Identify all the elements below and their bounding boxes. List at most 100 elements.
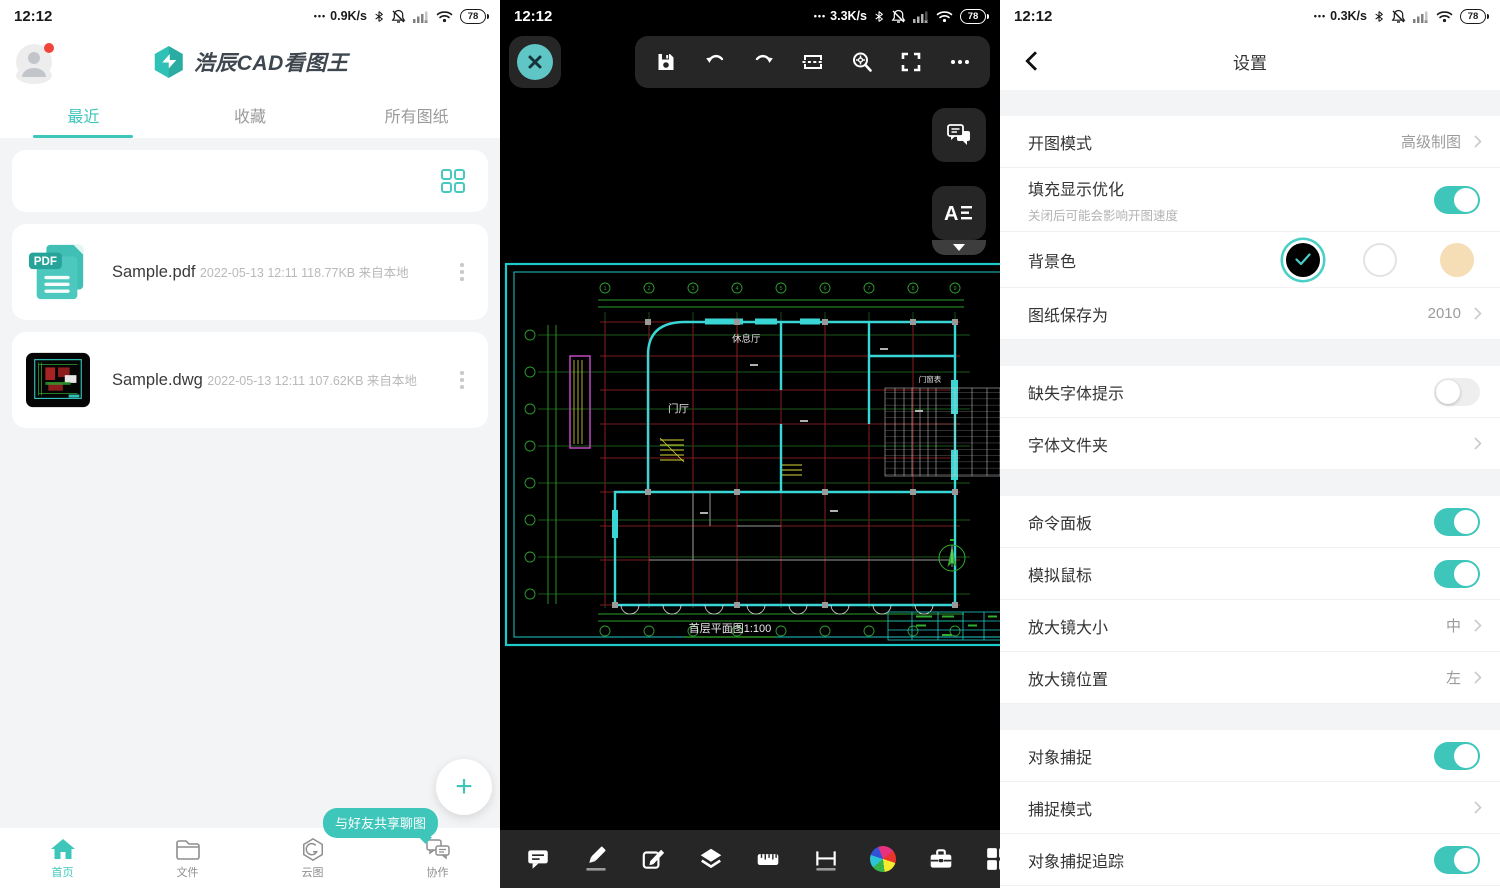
- save-button[interactable]: [648, 44, 684, 80]
- more-button[interactable]: [942, 44, 978, 80]
- draw-tool-button[interactable]: [578, 841, 614, 877]
- battery-icon: 78: [960, 9, 986, 24]
- chevron-right-icon: [1469, 437, 1482, 450]
- collapse-caret-button[interactable]: [932, 240, 986, 255]
- toggle[interactable]: [1434, 846, 1480, 874]
- insert-frame-icon: [801, 50, 825, 74]
- chevron-right-icon: [1469, 801, 1482, 814]
- folder-icon: [175, 837, 201, 861]
- fullscreen-icon: [899, 50, 923, 74]
- swatch-black[interactable]: [1286, 243, 1320, 277]
- tab-all-drawings[interactable]: 所有图纸: [333, 92, 500, 138]
- avatar[interactable]: [16, 44, 52, 80]
- tab-favorites[interactable]: 收藏: [167, 92, 334, 138]
- layout-tool-button[interactable]: [980, 841, 1000, 877]
- insert-frame-button[interactable]: [795, 44, 831, 80]
- home-tabs: 最近 收藏 所有图纸: [0, 92, 500, 138]
- color-swatches: [1286, 243, 1480, 277]
- home-header: 浩辰CAD看图王: [0, 32, 500, 92]
- setting-simulate-mouse[interactable]: 模拟鼠标: [1000, 548, 1500, 600]
- setting-background-color[interactable]: 背景色: [1000, 232, 1500, 288]
- color-tool-button[interactable]: [865, 841, 901, 877]
- setting-missing-font-hint[interactable]: 缺失字体提示: [1000, 366, 1500, 418]
- file-name: Sample.dwg: [112, 371, 203, 389]
- swatch-white[interactable]: [1363, 243, 1397, 277]
- toggle[interactable]: [1434, 378, 1480, 406]
- svg-text:8: 8: [911, 286, 914, 292]
- setting-save-as-version[interactable]: 图纸保存为 2010: [1000, 288, 1500, 340]
- text-style-button[interactable]: A: [932, 186, 986, 240]
- viewer-toolbar: [635, 36, 990, 88]
- close-drawing-button[interactable]: [509, 36, 561, 88]
- tab-recent[interactable]: 最近: [0, 92, 167, 138]
- setting-fill-optimization[interactable]: 填充显示优化 关闭后可能会影响开图速度: [1000, 168, 1500, 232]
- home-screen: 12:12 ••• 0.9K/s 78 浩辰C: [0, 0, 500, 888]
- setting-object-snap[interactable]: 对象捕捉: [1000, 730, 1500, 782]
- north-compass: [939, 539, 965, 571]
- measure-tool-button[interactable]: [750, 841, 786, 877]
- redo-button[interactable]: [746, 44, 782, 80]
- chevron-right-icon: [1469, 307, 1482, 320]
- nav-files[interactable]: 文件: [125, 828, 250, 888]
- back-button[interactable]: [1020, 46, 1050, 76]
- file-more-menu[interactable]: [450, 365, 474, 395]
- mute-bell-icon: [391, 9, 406, 24]
- comments-button[interactable]: [932, 108, 986, 162]
- pdf-file-icon: PDF: [26, 240, 90, 304]
- status-bar: 12:12 ••• 3.3K/s 78: [500, 0, 1000, 32]
- grid-view-icon[interactable]: [440, 168, 466, 194]
- color-wheel-icon: [870, 846, 896, 872]
- status-bar: 12:12 ••• 0.3K/s 78: [1000, 0, 1500, 32]
- group-separator: [1000, 340, 1500, 366]
- comment-tool-button[interactable]: [520, 841, 556, 877]
- setting-object-snap-tracking[interactable]: 对象捕捉追踪: [1000, 834, 1500, 886]
- file-row-pdf[interactable]: PDF Sample.pdf 2022-05-13 12:11 118.77KB…: [12, 224, 488, 320]
- toggle[interactable]: [1434, 560, 1480, 588]
- layers-tool-button[interactable]: [693, 841, 729, 877]
- setting-command-panel[interactable]: 命令面板: [1000, 496, 1500, 548]
- setting-open-mode[interactable]: 开图模式 高级制图: [1000, 116, 1500, 168]
- close-icon: [527, 54, 543, 70]
- dimension-tool-button[interactable]: [808, 841, 844, 877]
- check-icon: [1295, 253, 1311, 266]
- toggle[interactable]: [1434, 742, 1480, 770]
- bluetooth-icon: [874, 9, 884, 24]
- setting-snap-mode[interactable]: 捕捉模式: [1000, 782, 1500, 834]
- wifi-icon: [1436, 10, 1453, 23]
- undo-button[interactable]: [697, 44, 733, 80]
- pencil-icon: [583, 846, 609, 872]
- setting-magnifier-position[interactable]: 放大镜位置 左: [1000, 652, 1500, 704]
- toggle[interactable]: [1434, 508, 1480, 536]
- battery-icon: 78: [460, 9, 486, 24]
- text-style-icon: A: [944, 201, 974, 225]
- zoom-locate-icon: [850, 50, 874, 74]
- fullscreen-button[interactable]: [893, 44, 929, 80]
- chevron-down-icon: [953, 244, 965, 251]
- file-name: Sample.pdf: [112, 263, 195, 281]
- signal-icon: [913, 10, 929, 23]
- nav-home[interactable]: 首页: [0, 828, 125, 888]
- add-file-button[interactable]: +: [436, 759, 492, 815]
- setting-magnifier-size[interactable]: 放大镜大小 中: [1000, 600, 1500, 652]
- zoom-locate-button[interactable]: [844, 44, 880, 80]
- more-icon: [948, 50, 972, 74]
- svg-text:3: 3: [691, 286, 694, 292]
- file-row-dwg[interactable]: Sample.dwg 2022-05-13 12:11 107.62KB 来自本…: [12, 332, 488, 428]
- svg-text:7: 7: [867, 286, 870, 292]
- chevron-left-icon: [1025, 51, 1045, 71]
- setting-font-folder[interactable]: 字体文件夹: [1000, 418, 1500, 470]
- swatch-beige[interactable]: [1440, 243, 1474, 277]
- settings-screen: 12:12 ••• 0.3K/s 78 设置 开图模式 高级制图 填充显示优化: [1000, 0, 1500, 888]
- wifi-icon: [436, 10, 453, 23]
- toggle[interactable]: [1434, 186, 1480, 214]
- edit-tool-button[interactable]: [635, 841, 671, 877]
- toolbox-button[interactable]: [923, 841, 959, 877]
- battery-icon: 78: [1460, 9, 1486, 24]
- bluetooth-icon: [1374, 9, 1384, 24]
- file-more-menu[interactable]: [450, 257, 474, 287]
- cloud-hexagon-icon: [300, 837, 326, 861]
- svg-text:4: 4: [735, 286, 738, 292]
- svg-text:6: 6: [823, 286, 826, 292]
- clock: 12:12: [14, 8, 52, 25]
- cad-drawing-canvas[interactable]: 12 34 56 78 9: [500, 260, 1000, 650]
